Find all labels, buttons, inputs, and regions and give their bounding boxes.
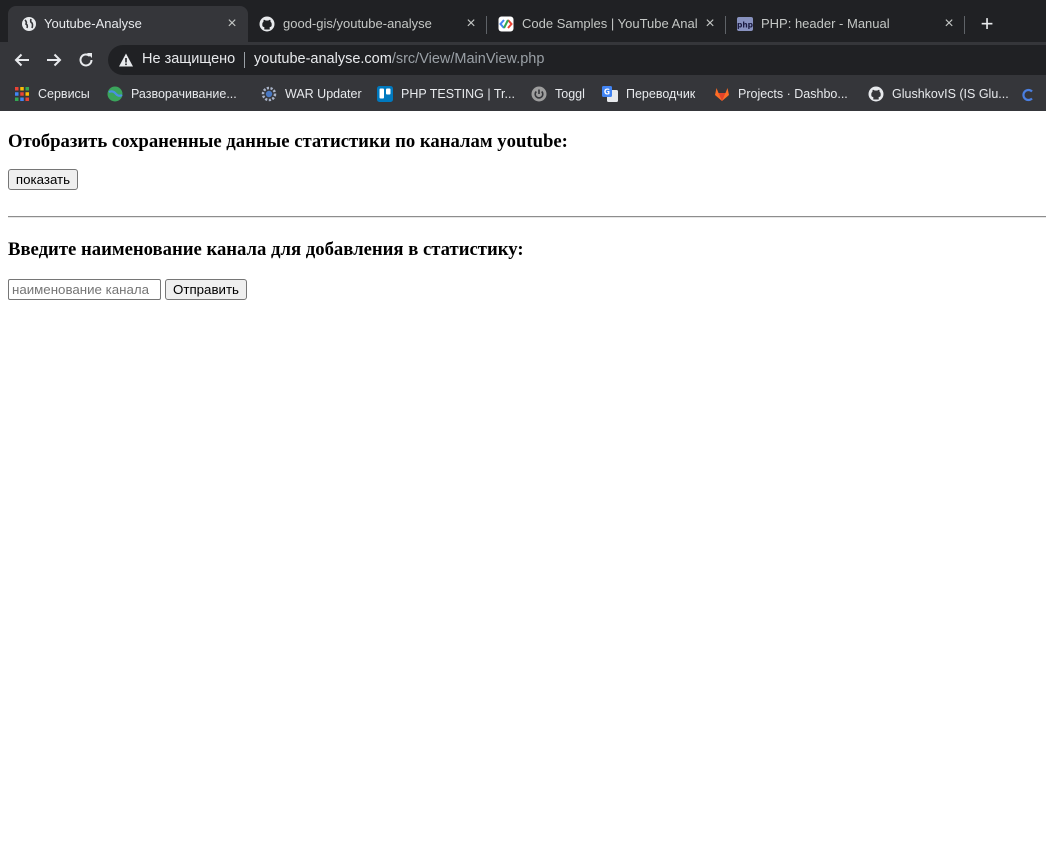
- bookmark-label: Сервисы: [38, 87, 90, 101]
- globe-icon: [22, 17, 36, 31]
- reload-icon[interactable]: [76, 50, 96, 70]
- tab-title: good-gis/youtube-analyse: [283, 16, 432, 31]
- bookmark-toggl[interactable]: Toggl: [531, 85, 585, 103]
- url-text[interactable]: youtube-analyse.com/src/View/MainView.ph…: [254, 51, 544, 67]
- gear-icon: [261, 86, 277, 102]
- php-icon: php: [737, 17, 753, 31]
- browser-chrome: Youtube-Analyse × good-gis/youtube-analy…: [0, 0, 1046, 111]
- bookmark-war-updater[interactable]: WAR Updater: [261, 85, 362, 103]
- svg-text:php: php: [737, 21, 753, 30]
- globe-green-icon: [107, 86, 123, 102]
- close-tab-icon[interactable]: ×: [701, 15, 719, 33]
- github-icon: [868, 86, 884, 102]
- section-divider: [8, 216, 1046, 218]
- channel-name-input[interactable]: [8, 279, 161, 300]
- toggl-power-icon: [531, 86, 547, 102]
- google-translate-icon: G: [602, 86, 618, 102]
- forward-arrow-icon[interactable]: [44, 50, 64, 70]
- bookmark-translate[interactable]: G Переводчик: [602, 85, 695, 103]
- bookmarks-bar: Сервисы Разворачивание... WAR Updater PH…: [0, 78, 1046, 111]
- tab-github-repo[interactable]: good-gis/youtube-analyse ×: [248, 6, 486, 42]
- page-content: Отобразить сохраненные данные статистики…: [0, 111, 1046, 858]
- bookmark-gitlab-projects[interactable]: Projects · Dashbo...: [714, 85, 848, 103]
- bookmark-label: GlushkovIS (IS Glu...: [892, 87, 1009, 101]
- bookmark-label: PHP TESTING | Tr...: [401, 87, 515, 101]
- show-stats-heading: Отобразить сохраненные данные статистики…: [8, 131, 568, 152]
- github-icon: [259, 16, 275, 32]
- google-developers-icon: [498, 16, 514, 32]
- address-bar[interactable]: Не защищено youtube-analyse.com/src/View…: [108, 45, 1046, 75]
- svg-text:G: G: [604, 88, 610, 97]
- close-tab-icon[interactable]: ×: [462, 15, 480, 33]
- apps-grid-icon: [15, 87, 29, 101]
- bookmark-deploy[interactable]: Разворачивание...: [107, 85, 237, 103]
- security-label[interactable]: Не защищено: [142, 51, 235, 67]
- bookmark-services[interactable]: Сервисы: [14, 85, 90, 103]
- tab-php-manual[interactable]: php PHP: header - Manual ×: [726, 6, 964, 42]
- bookmark-label: Переводчик: [626, 87, 696, 101]
- tab-youtube-analyse[interactable]: Youtube-Analyse ×: [8, 6, 248, 42]
- bookmark-label: Разворачивание...: [131, 87, 237, 101]
- new-tab-button[interactable]: +: [976, 13, 998, 35]
- add-channel-heading: Введите наименование канала для добавлен…: [8, 239, 524, 260]
- trello-icon: [377, 86, 393, 102]
- tab-strip: Youtube-Analyse × good-gis/youtube-analy…: [0, 0, 1046, 42]
- show-button[interactable]: показать: [8, 169, 78, 190]
- url-host: youtube-analyse.com: [254, 51, 392, 67]
- url-path: /src/View/MainView.php: [391, 51, 545, 67]
- close-tab-icon[interactable]: ×: [223, 15, 241, 33]
- gitlab-icon: [715, 88, 729, 101]
- tab-separator: [964, 16, 965, 34]
- back-arrow-icon[interactable]: [12, 50, 32, 70]
- omnibox-separator: [244, 52, 245, 68]
- bookmark-label: Projects · Dashbo...: [738, 87, 848, 101]
- browser-toolbar: Не защищено youtube-analyse.com/src/View…: [0, 42, 1046, 78]
- bookmark-php-testing[interactable]: PHP TESTING | Tr...: [377, 85, 515, 103]
- bookmark-github-profile[interactable]: GlushkovIS (IS Glu...: [868, 85, 1009, 103]
- tab-title: PHP: header - Manual: [761, 16, 890, 31]
- bookmark-label: WAR Updater: [285, 87, 362, 101]
- tab-title: Code Samples | YouTube Anal: [522, 16, 697, 31]
- tab-code-samples[interactable]: Code Samples | YouTube Anal ×: [487, 6, 725, 42]
- tab-title: Youtube-Analyse: [44, 16, 142, 31]
- close-tab-icon[interactable]: ×: [940, 15, 958, 33]
- submit-button[interactable]: Отправить: [165, 279, 247, 300]
- warning-triangle-icon[interactable]: [118, 52, 134, 68]
- bookmark-label: Toggl: [555, 87, 585, 101]
- bookmark-overflow-icon[interactable]: [1020, 87, 1036, 103]
